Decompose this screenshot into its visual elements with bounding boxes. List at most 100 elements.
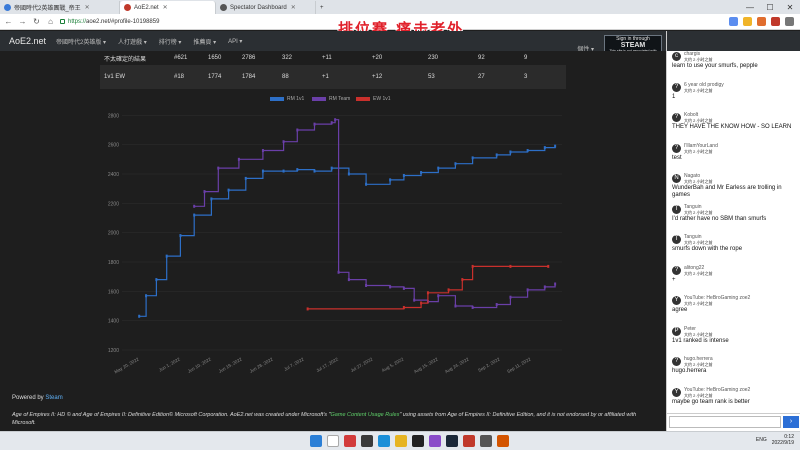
avatar[interactable]: N — [672, 174, 681, 183]
search-icon[interactable] — [327, 435, 339, 447]
minimize-icon[interactable]: — — [740, 0, 760, 14]
app-icon[interactable] — [344, 435, 356, 447]
x-tick-label: Sep 11, 2022 — [506, 356, 532, 374]
data-point — [313, 169, 316, 173]
table-cell: #621 — [174, 55, 188, 61]
steam-logo-text: STEAM — [620, 42, 646, 49]
lock-icon — [60, 19, 65, 24]
maximize-icon[interactable]: ☐ — [760, 0, 780, 14]
tab-aoe2net[interactable]: AoE2.net ✕ — [120, 1, 216, 14]
avatar[interactable]: ? — [672, 82, 681, 92]
home-icon[interactable]: ⌂ — [46, 17, 55, 26]
chat-text: games — [672, 192, 691, 198]
chat-message: P Peter 大约 2 小时之前 1v1 ranked is intense — [670, 326, 798, 356]
nav-api[interactable]: API ▾ — [222, 38, 248, 45]
profile-icon[interactable] — [771, 17, 780, 26]
data-point — [389, 285, 392, 289]
site-brand[interactable]: AoE2.net — [0, 36, 50, 46]
x-tick-label: May 20, 2022 — [114, 356, 141, 374]
table-row: 不太確定的結果 #621 1650 2786 322 +11 +20 230 9… — [100, 51, 566, 65]
table-cell: 27 — [474, 65, 520, 89]
reload-icon[interactable]: ↻ — [32, 17, 41, 26]
url-path: aoe2.net/#profile-10198859 — [86, 18, 160, 25]
stats-table: 不太確定的結果 #621 1650 2786 322 +11 +20 230 9… — [100, 51, 566, 89]
series-line — [194, 119, 556, 309]
avatar[interactable]: P — [672, 326, 681, 336]
tray-language[interactable]: ENG — [756, 437, 767, 443]
x-tick-label: Sep 2, 2022 — [477, 356, 501, 373]
table-cell: +20 — [372, 55, 383, 61]
star-icon[interactable] — [743, 17, 752, 26]
x-tick-label: Jun 19, 2022 — [218, 356, 243, 374]
folder-icon[interactable] — [395, 435, 407, 447]
translate-icon[interactable] — [729, 17, 738, 26]
avatar[interactable]: Y — [672, 387, 681, 397]
tab-bilibili[interactable]: 帝國時代2英雄團戰_帝王 ✕ — [0, 1, 120, 14]
avatar[interactable]: Y — [672, 296, 681, 305]
chat-message: N Nagato 大约 2 小时之前 WunderBah and Mr Earless… — [670, 174, 798, 203]
avatar[interactable]: T — [672, 204, 681, 214]
nav-game[interactable]: 帝國時代2英雄版 ▾ — [50, 37, 112, 46]
chat-text: test — [672, 154, 682, 161]
clock[interactable]: 0:12 2022/9/19 — [772, 434, 794, 446]
app-icon[interactable] — [361, 435, 373, 447]
data-point — [261, 169, 264, 173]
data-point — [426, 291, 429, 295]
app-icon[interactable] — [497, 435, 509, 447]
nav-leaderboards[interactable]: 排行榜 ▾ — [153, 37, 188, 46]
data-point — [413, 298, 416, 302]
forward-icon[interactable]: → — [18, 17, 27, 26]
avatar[interactable]: c — [672, 52, 681, 61]
x-tick-label: Aug 5, 2022 — [381, 356, 405, 373]
data-point — [334, 118, 337, 122]
y-tick-label: 1800 — [108, 260, 119, 266]
window-controls: — ☐ ✕ — [740, 0, 800, 14]
nav-lobbies[interactable]: 人打遊戲 ▾ — [112, 37, 153, 46]
app-icon[interactable] — [463, 435, 475, 447]
clock-date: 2022/9/19 — [771, 440, 794, 446]
avatar[interactable]: ? — [672, 113, 681, 122]
data-point — [454, 162, 457, 166]
app-icon[interactable] — [429, 435, 441, 447]
app-icon[interactable] — [412, 435, 424, 447]
extension-icon[interactable] — [757, 17, 766, 26]
data-point — [447, 288, 450, 292]
close-tab-icon[interactable]: ✕ — [84, 4, 91, 11]
menu-icon[interactable] — [785, 17, 794, 26]
edge-icon[interactable] — [378, 435, 390, 447]
main-content: 不太確定的結果 #621 1650 2786 322 +11 +20 230 9… — [0, 51, 666, 431]
data-point — [203, 190, 206, 194]
data-point — [495, 303, 498, 307]
avatar[interactable]: ? — [672, 143, 681, 153]
avatar[interactable]: ? — [672, 357, 681, 366]
back-icon[interactable]: ← — [4, 17, 13, 26]
chat-input[interactable] — [669, 416, 781, 428]
data-point — [237, 157, 240, 161]
table-cell: 88 — [278, 65, 318, 89]
x-tick-label: Jun 28, 2022 — [249, 356, 274, 374]
new-tab-button[interactable]: + — [316, 1, 328, 14]
data-point — [509, 150, 512, 154]
avatar[interactable]: T — [672, 235, 681, 244]
table-row: 1v1 EW #18 1774 1784 88 +1 +12 53 27 3 — [100, 65, 566, 89]
close-window-icon[interactable]: ✕ — [780, 0, 800, 14]
close-tab-icon[interactable]: ✕ — [290, 4, 297, 11]
usage-rules-link[interactable]: Game Content Usage Rules — [331, 412, 400, 418]
nav-recommended[interactable]: 推薦頁 ▾ — [187, 37, 222, 46]
y-tick-label: 1400 — [108, 319, 119, 325]
chat-message: Y YouTube: HeBroGaming zoe2 大约 2 小时之前 agree — [670, 296, 798, 325]
data-point — [330, 166, 333, 170]
address-bar[interactable]: https://aoe2.net/#profile-10198859 — [60, 19, 159, 25]
tab-spectator[interactable]: Spectator Dashboard ✕ — [216, 1, 316, 14]
steam-icon[interactable] — [446, 435, 458, 447]
steam-link[interactable]: Steam — [45, 395, 62, 401]
close-tab-icon[interactable]: ✕ — [162, 4, 169, 11]
app-icon[interactable] — [480, 435, 492, 447]
tab-label: 帝國時代2英雄團戰_帝王 — [14, 6, 81, 12]
avatar[interactable]: ? — [672, 265, 681, 275]
windows-start-icon[interactable] — [310, 435, 322, 447]
system-tray: ENG 0:12 2022/9/19 — [756, 434, 794, 446]
send-icon[interactable]: › — [783, 416, 799, 428]
chat-message: ? 6 year old prodigy 大约 2 小时之前 1 — [670, 82, 798, 112]
site-favicon — [220, 4, 227, 11]
